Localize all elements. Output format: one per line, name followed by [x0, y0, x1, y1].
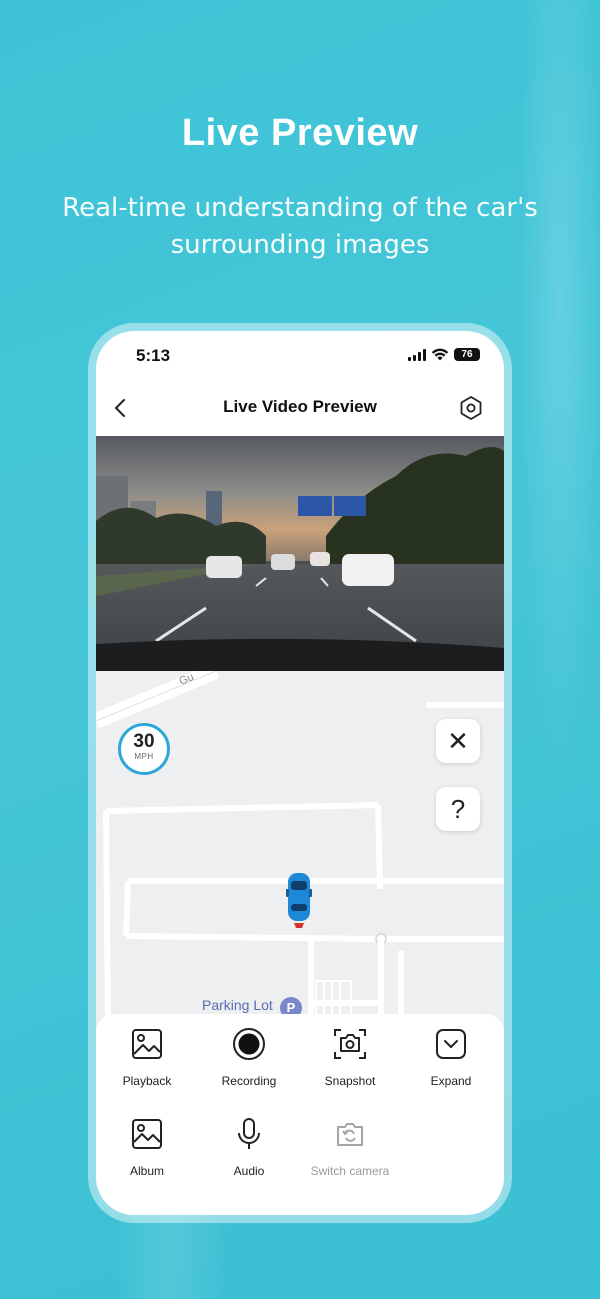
image-icon: [132, 1029, 162, 1059]
speed-limit-unit: MPH: [134, 752, 154, 761]
recording-button[interactable]: Recording: [199, 1024, 299, 1088]
parking-lot-label: Parking Lot: [202, 997, 273, 1013]
status-icons: 76: [408, 348, 480, 361]
snapshot-label: Snapshot: [324, 1074, 376, 1088]
recording-label: Recording: [221, 1074, 277, 1088]
album-label: Album: [129, 1164, 164, 1178]
playback-button[interactable]: Playback: [97, 1024, 197, 1088]
expand-button[interactable]: Expand: [401, 1024, 501, 1088]
settings-icon[interactable]: [456, 393, 486, 423]
record-icon: [233, 1028, 265, 1060]
audio-button[interactable]: Audio: [199, 1114, 299, 1178]
switch-camera-label: Switch camera: [310, 1164, 390, 1178]
expand-down-icon: [436, 1029, 466, 1059]
speed-limit-badge: 30 MPH: [118, 723, 170, 775]
close-icon: ✕: [447, 725, 469, 756]
help-button[interactable]: ?: [436, 787, 480, 831]
nav-bar: Live Video Preview: [96, 383, 504, 433]
status-time: 5:13: [136, 346, 171, 365]
live-video-feed[interactable]: [96, 436, 504, 671]
phone-frame: 5:13 76 Live Video Preview Gu 30 MPH ✕ ?…: [88, 323, 512, 1223]
wifi-icon: [431, 348, 449, 361]
status-bar: 5:13 76: [96, 331, 504, 381]
audio-label: Audio: [233, 1164, 265, 1178]
hero-title: Live Preview: [181, 112, 419, 154]
map-view[interactable]: Gu 30 MPH ✕ ? Parking Lot P: [96, 671, 504, 1031]
switch-camera-button[interactable]: Switch camera: [300, 1114, 400, 1178]
help-icon: ?: [450, 793, 466, 824]
battery-indicator: 76: [454, 348, 480, 361]
switch-camera-icon: [337, 1123, 363, 1146]
album-icon: [132, 1119, 162, 1149]
page-title: Live Video Preview: [223, 397, 377, 416]
close-map-button[interactable]: ✕: [436, 719, 480, 763]
video-frame: [96, 436, 504, 671]
speed-limit-value: 30: [133, 731, 155, 752]
playback-label: Playback: [122, 1074, 172, 1088]
cellular-signal-icon: [408, 348, 426, 361]
snapshot-button[interactable]: Snapshot: [300, 1024, 400, 1088]
action-panel: Playback Recording Snapshot Expand Album…: [96, 1014, 504, 1215]
phone-screen: 5:13 76 Live Video Preview Gu 30 MPH ✕ ?…: [96, 331, 504, 1215]
car-location-icon: [286, 873, 312, 928]
hero-subtitle: Real-time understanding of the car's sur…: [62, 193, 538, 260]
album-button[interactable]: Album: [97, 1114, 197, 1178]
camera-icon: [334, 1029, 366, 1059]
microphone-icon: [238, 1118, 260, 1149]
expand-label: Expand: [430, 1074, 472, 1088]
